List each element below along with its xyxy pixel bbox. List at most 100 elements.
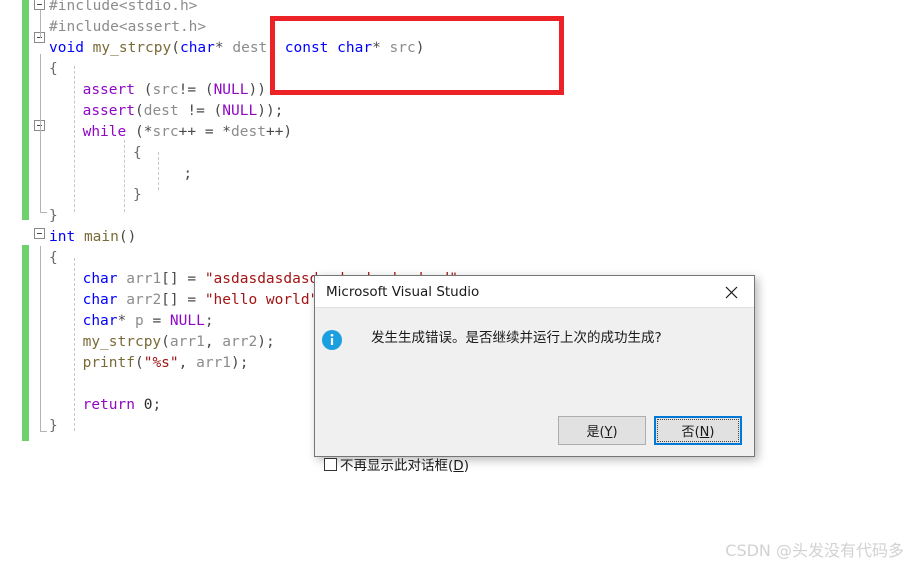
code-token: )); — [257, 103, 284, 119]
code-token: )) — [248, 82, 266, 98]
code-token: dest — [143, 103, 179, 119]
info-icon — [321, 329, 343, 351]
code-token: } — [133, 187, 142, 203]
indent-guide — [124, 140, 125, 212]
code-token: src — [152, 124, 179, 140]
code-line-text: int main() — [49, 227, 136, 248]
code-token: ); — [231, 355, 249, 371]
code-token: [] = — [161, 271, 205, 287]
code-token: int — [49, 229, 76, 245]
code-line-text: { — [133, 143, 142, 164]
code-token: void — [49, 40, 84, 56]
code-token: "hello world" — [204, 292, 319, 308]
code-line-text: assert (src!= (NULL)) — [83, 80, 266, 101]
code-token: * — [117, 313, 135, 329]
csdn-watermark: CSDN @头发没有代码多 — [725, 541, 904, 560]
close-icon[interactable] — [709, 276, 754, 307]
code-line-text: printf("%s", arr1); — [83, 353, 249, 374]
fold-toggle-icon[interactable] — [34, 228, 45, 239]
code-line-text: } — [49, 206, 58, 227]
code-token: assert — [82, 82, 135, 98]
code-line-text: ; — [183, 164, 192, 185]
dialog-title: Microsoft Visual Studio — [326, 284, 480, 300]
scope-guide — [40, 246, 41, 431]
code-token: printf — [82, 355, 135, 371]
code-token: [] = — [161, 292, 205, 308]
code-line-text: char arr2[] = "hello world" — [83, 290, 319, 311]
code-token: main — [83, 229, 119, 245]
scope-guide — [40, 10, 41, 38]
code-token: NULL — [169, 313, 205, 329]
code-token: "%s" — [143, 355, 179, 371]
red-highlight-box — [270, 16, 564, 95]
code-token: ( — [134, 103, 144, 119]
no-button-paren-close: ) — [709, 425, 715, 440]
checkbox-mnemonic: D — [453, 458, 464, 474]
code-line-text: char* p = NULL; — [83, 311, 214, 332]
code-token: arr2 — [222, 334, 258, 350]
code-token: ++) — [265, 124, 293, 140]
code-line-text: } — [133, 185, 142, 206]
code-token: , — [178, 355, 197, 371]
code-token: ( — [171, 40, 180, 56]
indent-guide — [74, 258, 75, 431]
checkbox-label-text: 不再显示此对话框 — [340, 458, 448, 474]
code-token: ++ = * — [178, 124, 232, 140]
code-token: () — [118, 229, 137, 245]
dialog-titlebar: Microsoft Visual Studio — [315, 276, 754, 308]
code-line-text: my_strcpy(arr1, arr2); — [83, 332, 275, 353]
indent-guide — [158, 152, 159, 190]
code-token: != ( — [178, 82, 214, 98]
code-token: dest — [231, 124, 266, 140]
code-token: arr1 — [126, 271, 162, 287]
code-token: char — [179, 40, 215, 56]
code-token: #include<assert.h> — [49, 19, 207, 35]
visual-studio-dialog: Microsoft Visual Studio 发生生成错误。是否继续并运行上次… — [314, 275, 755, 474]
code-token: != ( — [178, 103, 223, 119]
dialog-body: 发生生成错误。是否继续并运行上次的成功生成? 是(Y) 否(N) 不再显示此对话… — [315, 308, 754, 474]
no-button-label: 否(N) — [682, 421, 715, 440]
code-token: { — [133, 145, 142, 161]
code-token: my_strcpy — [82, 334, 162, 350]
code-line-text: #include<assert.h> — [49, 17, 206, 38]
code-token: } — [49, 418, 58, 434]
code-token: } — [49, 208, 58, 224]
code-token: NULL — [222, 103, 258, 119]
code-line-text: { — [49, 248, 58, 269]
scope-guide-foot — [40, 431, 47, 432]
code-line-text: #include<stdio.h> — [49, 0, 197, 17]
code-line-text: { — [49, 59, 58, 80]
do-not-show-again-checkbox[interactable]: 不再显示此对话框(D) — [324, 454, 469, 474]
checkbox-label: 不再显示此对话框(D) — [340, 454, 469, 474]
code-token: , — [204, 334, 223, 350]
checkbox-paren-close: ) — [463, 458, 469, 474]
no-button-mnemonic: N — [699, 425, 710, 440]
no-button[interactable]: 否(N) — [654, 416, 742, 445]
scope-guide-foot — [40, 212, 47, 213]
yes-button-paren-close: ) — [612, 425, 618, 440]
code-token: return — [82, 397, 135, 413]
code-token: = — [143, 313, 170, 329]
code-line-text: while (*src++ = *dest++) — [83, 122, 293, 143]
yes-button[interactable]: 是(Y) — [558, 416, 646, 445]
code-line-text: } — [49, 416, 58, 437]
screen: #include<stdio.h> #include<assert.h> void … — [0, 0, 919, 573]
scope-guide — [40, 54, 41, 212]
fold-toggle-icon[interactable] — [34, 0, 45, 10]
code-token: char — [82, 271, 118, 287]
code-token: ; — [152, 397, 162, 413]
code-token: ( — [134, 82, 153, 98]
code-token: char — [82, 292, 118, 308]
code-token: ( — [134, 355, 144, 371]
checkbox-box[interactable] — [324, 457, 337, 471]
no-button-text: 否 — [681, 425, 695, 440]
code-token: assert — [82, 103, 135, 119]
code-token: #include<stdio.h> — [49, 0, 198, 14]
code-token: { — [49, 250, 58, 266]
code-token: src — [152, 82, 179, 98]
code-token: arr2 — [126, 292, 162, 308]
code-token: my_strcpy — [92, 40, 172, 56]
